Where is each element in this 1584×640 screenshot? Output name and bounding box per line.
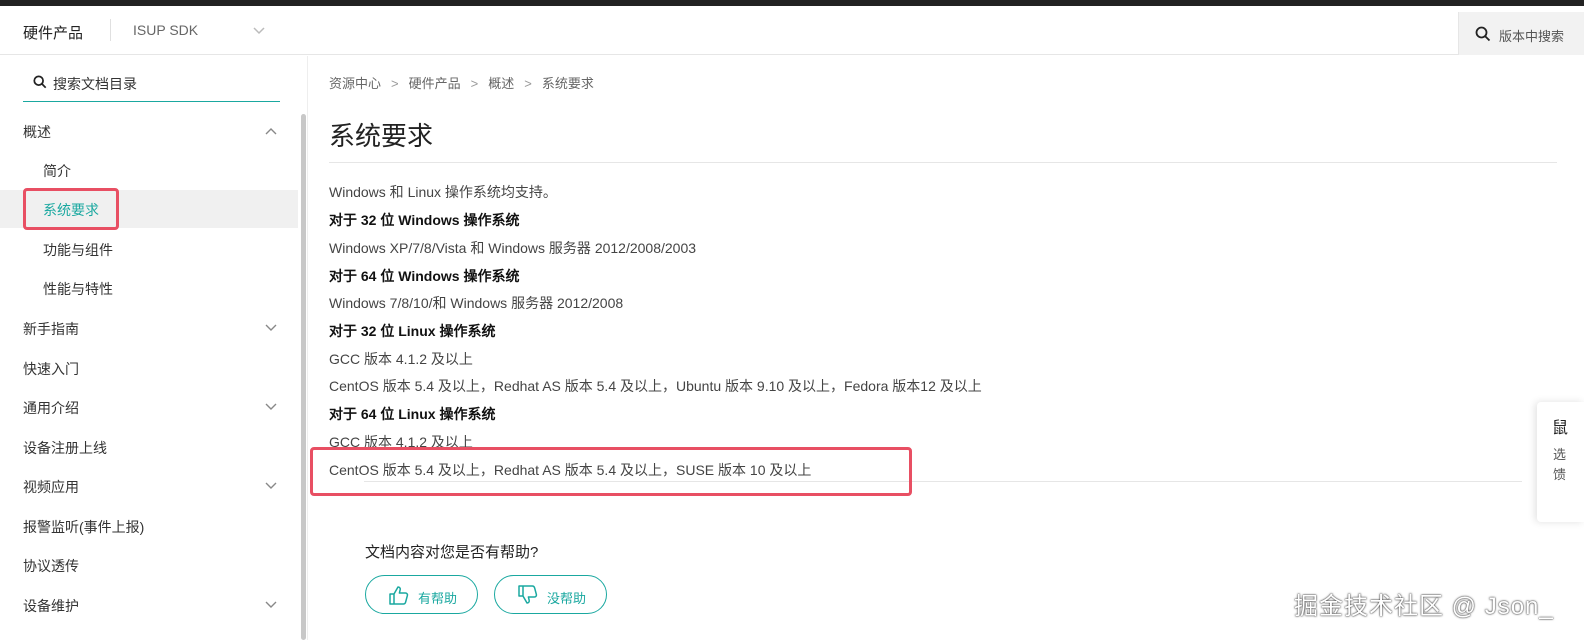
version-search-input[interactable]: 版本中搜索 <box>1458 12 1584 55</box>
paragraph-line: Windows XP/7/8/Vista 和 Windows 服务器 2012/… <box>329 240 697 256</box>
chevron-up-icon[interactable] <box>265 127 277 135</box>
breadcrumb-item-current: 系统要求 <box>541 76 594 91</box>
chevron-down-icon[interactable] <box>265 403 277 411</box>
sidebar-item-alarm[interactable]: 报警监听(事件上报) <box>0 507 298 545</box>
page-title: 系统要求 <box>329 121 434 151</box>
not-helpful-button[interactable]: 没帮助 <box>494 575 607 614</box>
sidebar-item-overview[interactable]: 概述 <box>0 112 298 150</box>
floating-card-title: 鼠 <box>1552 420 1569 437</box>
chevron-down-icon[interactable] <box>265 601 277 609</box>
sidebar-item-label: 设备注册上线 <box>23 440 107 456</box>
sidebar-item-quick-start[interactable]: 快速入门 <box>0 349 298 387</box>
title-divider <box>329 162 1557 163</box>
sidebar-item-protocol[interactable]: 协议透传 <box>0 546 298 584</box>
sidebar-item-label: 新手指南 <box>23 321 79 337</box>
highlight-box-content <box>310 447 912 496</box>
section-heading: 对于 32 位 Linux 操作系统 <box>329 323 496 339</box>
floating-card-text: 选 <box>1553 447 1567 462</box>
helpful-button[interactable]: 有帮助 <box>365 575 478 614</box>
sidebar-item-label: 功能与组件 <box>43 242 113 258</box>
sidebar-item-label: 简介 <box>43 163 71 179</box>
chevron-down-icon[interactable] <box>265 324 277 332</box>
doc-search-input[interactable]: 搜索文档目录 <box>23 66 280 102</box>
breadcrumb-item[interactable]: 硬件产品 <box>409 76 461 91</box>
floating-card-text: 馈 <box>1553 467 1567 482</box>
sidebar-item-video[interactable]: 视频应用 <box>0 467 298 505</box>
version-search-placeholder: 版本中搜索 <box>1499 29 1565 44</box>
sidebar-item-maintenance[interactable]: 设备维护 <box>0 586 298 624</box>
paragraph-line: Windows 7/8/10/和 Windows 服务器 2012/2008 <box>329 295 624 311</box>
sidebar-item-label: 设备维护 <box>23 598 79 614</box>
paragraph-line: CentOS 版本 5.4 及以上，Redhat AS 版本 5.4 及以上，U… <box>329 378 982 394</box>
breadcrumb-separator: > <box>391 76 399 91</box>
breadcrumb-separator: > <box>524 76 532 91</box>
feedback-question: 文档内容对您是否有帮助? <box>365 544 539 561</box>
highlight-box-sidebar <box>23 188 119 230</box>
sidebar-item-general[interactable]: 通用介绍 <box>0 388 298 426</box>
search-icon <box>1475 26 1491 42</box>
section-heading: 对于 64 位 Linux 操作系统 <box>329 406 496 422</box>
doc-search-placeholder: 搜索文档目录 <box>53 76 137 92</box>
helpful-label: 有帮助 <box>418 591 458 606</box>
sidebar-item-device-registration[interactable]: 设备注册上线 <box>0 428 298 466</box>
floating-feedback-card[interactable]: 鼠 选 馈 <box>1537 402 1584 522</box>
thumbs-down-icon <box>518 585 538 604</box>
watermark: 掘金技术社区 @ Json_ <box>1294 593 1554 620</box>
sidebar-item-label: 视频应用 <box>23 479 79 495</box>
thumbs-up-icon <box>389 586 409 605</box>
header: 硬件产品 ISUP SDK 版本中搜索 <box>0 6 1584 55</box>
sidebar-item-label: 性能与特性 <box>43 281 113 297</box>
breadcrumb-item[interactable]: 概述 <box>488 76 514 91</box>
breadcrumb: 资源中心 > 硬件产品 > 概述 > 系统要求 <box>329 73 594 92</box>
sidebar-item-label: 快速入门 <box>23 361 79 377</box>
sidebar-scrollbar[interactable] <box>301 114 306 640</box>
section-heading: 对于 64 位 Windows 操作系统 <box>329 268 520 284</box>
not-helpful-label: 没帮助 <box>547 591 587 606</box>
product-selector-label[interactable]: ISUP SDK <box>133 22 198 38</box>
sidebar-item-beginner-guide[interactable]: 新手指南 <box>0 309 298 347</box>
breadcrumb-separator: > <box>470 76 479 91</box>
section-heading: 对于 32 位 Windows 操作系统 <box>329 212 520 228</box>
chevron-down-icon[interactable] <box>265 482 277 490</box>
breadcrumb-item[interactable]: 资源中心 <box>329 76 381 91</box>
sidebar: 搜索文档目录 概述 简介 系统要求 功能与组件 性能与特性 新手指南 快速入门 … <box>0 56 308 640</box>
sidebar-item-features-components[interactable]: 功能与组件 <box>0 230 298 268</box>
sidebar-item-label: 通用介绍 <box>23 400 79 416</box>
sidebar-item-label: 概述 <box>23 124 51 140</box>
brand-title[interactable]: 硬件产品 <box>23 22 83 43</box>
sidebar-item-label: 报警监听(事件上报) <box>23 519 145 535</box>
search-icon <box>33 75 47 89</box>
header-divider <box>110 19 111 41</box>
sidebar-item-intro[interactable]: 简介 <box>0 151 298 189</box>
paragraph-line: GCC 版本 4.1.2 及以上 <box>329 351 473 367</box>
paragraph-line: Windows 和 Linux 操作系统均支持。 <box>329 184 557 200</box>
chevron-down-icon[interactable] <box>252 26 266 36</box>
sidebar-item-performance[interactable]: 性能与特性 <box>0 269 298 307</box>
sidebar-item-label: 协议透传 <box>23 558 79 574</box>
